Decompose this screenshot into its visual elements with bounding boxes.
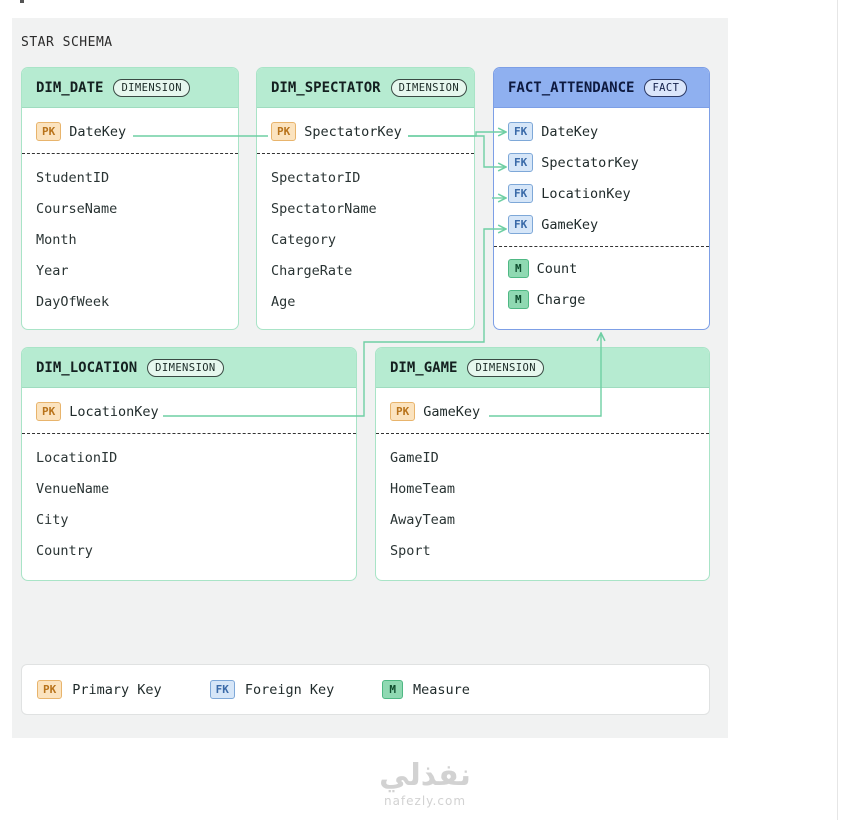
- table-type-badge: DIMENSION: [467, 358, 544, 377]
- attribute-row: SpectatorName: [271, 200, 377, 217]
- key-label: SpectatorKey: [541, 154, 639, 171]
- measure-row-count: M Count: [494, 253, 709, 284]
- legend-item-foreign-key: FK Foreign Key: [209, 680, 335, 699]
- attribute-row: City: [36, 511, 69, 528]
- right-divider: [837, 0, 838, 820]
- key-label: LocationKey: [69, 403, 159, 420]
- attribute-row: LocationID: [36, 449, 118, 466]
- table-header: DIM_LOCATION DIMENSION: [22, 348, 356, 388]
- schema-title: STAR SCHEMA: [21, 35, 113, 50]
- attribute-row: StudentID: [36, 169, 110, 186]
- attribute-row: Category: [271, 231, 337, 248]
- key-label: SpectatorKey: [304, 123, 402, 140]
- attribute-row: DayOfWeek: [36, 293, 110, 310]
- key-row-gamekey: FK GameKey: [494, 209, 709, 240]
- pk-tag: PK: [390, 402, 416, 421]
- attribute-row: Year: [36, 262, 69, 279]
- watermark-logo: نفذلي: [379, 758, 471, 793]
- legend-label: Primary Key: [72, 681, 162, 698]
- fk-tag: FK: [508, 153, 534, 172]
- table-fact-attendance[interactable]: FACT_ATTENDANCE FACT FK DateKey FK Spect…: [493, 67, 710, 330]
- pk-tag: PK: [271, 122, 297, 141]
- legend-item-primary-key: PK Primary Key: [37, 680, 162, 699]
- table-header: DIM_DATE DIMENSION: [22, 68, 238, 108]
- key-row-datekey: PK DateKey: [22, 116, 238, 147]
- watermark-url: nafezly.com: [383, 794, 467, 808]
- attribute-row: VenueName: [36, 480, 110, 497]
- fk-tag: FK: [209, 680, 235, 699]
- table-dim-spectator[interactable]: DIM_SPECTATOR DIMENSION PK SpectatorKey …: [256, 67, 475, 330]
- table-type-badge: DIMENSION: [390, 78, 468, 97]
- attribute-row: HomeTeam: [390, 480, 456, 497]
- key-row-spectatorkey: PK SpectatorKey: [257, 116, 474, 147]
- legend-label: Foreign Key: [244, 681, 335, 698]
- top-edge-mark: [20, 0, 24, 3]
- attribute-row: AwayTeam: [390, 511, 456, 528]
- attribute-row: Country: [36, 542, 93, 559]
- attribute-row: Month: [36, 231, 77, 248]
- measure-label: Charge: [536, 291, 586, 308]
- fk-tag: FK: [508, 215, 534, 234]
- table-type-badge: FACT: [644, 78, 688, 97]
- legend: PK Primary Key FK Foreign Key M Measure: [21, 664, 710, 715]
- attribute-row: Sport: [390, 542, 431, 559]
- attribute-row: ChargeRate: [271, 262, 353, 279]
- table-type-badge: DIMENSION: [147, 358, 224, 377]
- pk-tag: PK: [37, 680, 63, 699]
- fk-tag: FK: [508, 184, 534, 203]
- key-label: LocationKey: [541, 185, 631, 202]
- schema-canvas: STAR SCHEMA DIM_DATE DIMENSION PK DateKe…: [12, 18, 728, 738]
- attribute-row: SpectatorID: [271, 169, 361, 186]
- attribute-row: GameID: [390, 449, 439, 466]
- attribute-row: CourseName: [36, 200, 118, 217]
- measure-label: Count: [536, 260, 578, 277]
- pk-tag: PK: [36, 402, 62, 421]
- watermark: نفذلي nafezly.com: [370, 758, 480, 809]
- key-label: DateKey: [541, 123, 599, 140]
- table-header: DIM_SPECTATOR DIMENSION: [257, 68, 474, 108]
- key-label: DateKey: [69, 123, 127, 140]
- key-row-spectatorkey: FK SpectatorKey: [494, 147, 709, 178]
- measure-tag: M: [508, 259, 529, 278]
- pk-tag: PK: [36, 122, 62, 141]
- key-row-locationkey: FK LocationKey: [494, 178, 709, 209]
- table-name: DIM_SPECTATOR: [271, 79, 381, 96]
- table-header: FACT_ATTENDANCE FACT: [494, 68, 709, 108]
- measure-tag: M: [508, 290, 529, 309]
- measure-tag: M: [382, 680, 403, 699]
- table-name: DIM_GAME: [390, 359, 458, 376]
- legend-item-measure: M Measure: [382, 680, 470, 699]
- table-name: FACT_ATTENDANCE: [508, 79, 635, 96]
- key-row-gamekey: PK GameKey: [376, 396, 709, 427]
- table-dim-game[interactable]: DIM_GAME DIMENSION PK GameKey GameID Hom…: [375, 347, 710, 581]
- table-dim-location[interactable]: DIM_LOCATION DIMENSION PK LocationKey Lo…: [21, 347, 357, 581]
- measure-row-charge: M Charge: [494, 284, 709, 315]
- attribute-row: Age: [271, 293, 296, 310]
- table-dim-date[interactable]: DIM_DATE DIMENSION PK DateKey StudentID …: [21, 67, 239, 330]
- key-label: GameKey: [541, 216, 599, 233]
- table-header: DIM_GAME DIMENSION: [376, 348, 709, 388]
- legend-label: Measure: [412, 681, 470, 698]
- table-type-badge: DIMENSION: [113, 78, 190, 97]
- key-label: GameKey: [423, 403, 481, 420]
- key-row-datekey: FK DateKey: [494, 116, 709, 147]
- fk-tag: FK: [508, 122, 534, 141]
- key-row-locationkey: PK LocationKey: [22, 396, 356, 427]
- table-name: DIM_DATE: [36, 79, 104, 96]
- table-name: DIM_LOCATION: [36, 359, 138, 376]
